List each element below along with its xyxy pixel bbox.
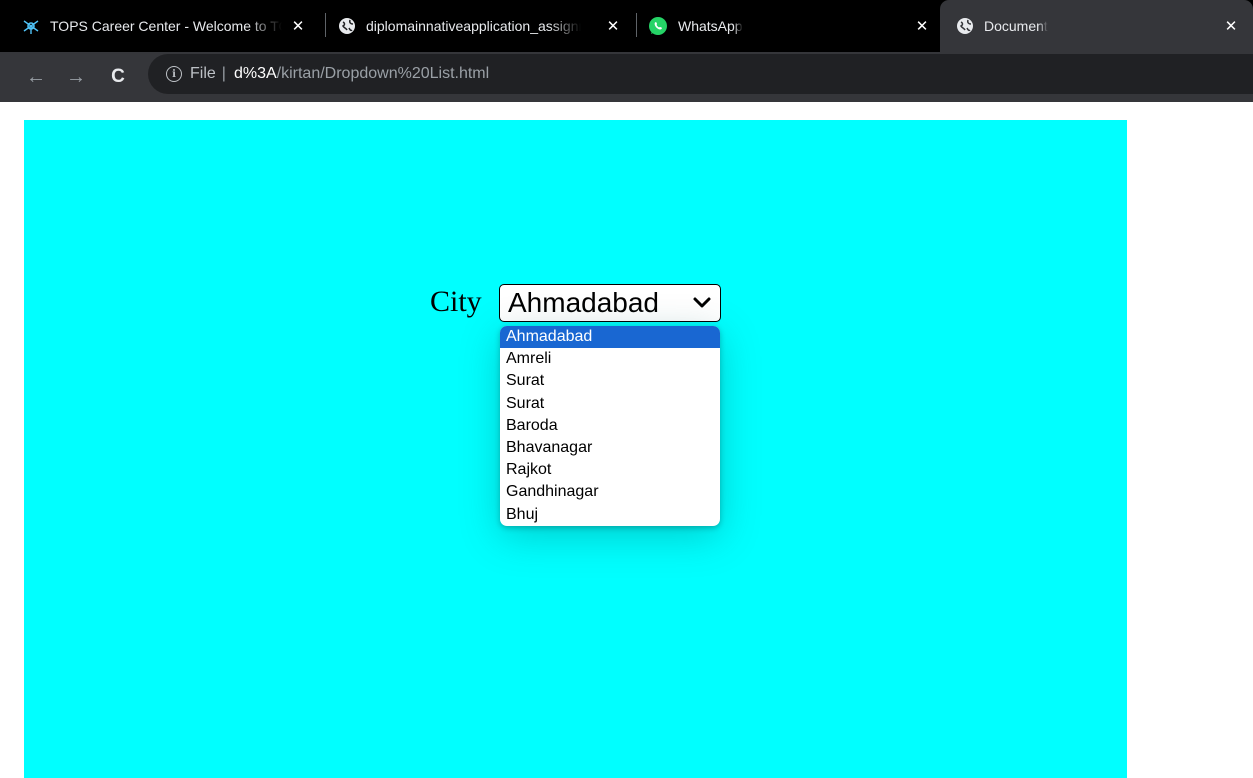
dropdown-option[interactable]: Amreli [500,348,720,370]
reload-button[interactable]: C [104,63,132,91]
back-button[interactable]: ← [22,63,50,91]
dropdown-option[interactable]: Surat [500,393,720,415]
whatsapp-icon [648,16,668,36]
globe-icon [956,17,974,35]
info-icon[interactable]: i [166,66,182,82]
tab-close-icon[interactable]: ✕ [286,14,310,38]
dropdown-option[interactable]: Baroda [500,415,720,437]
tab-tops-career-center[interactable]: TOPS Career Center - Welcome to TOPS ✕ [22,0,322,52]
tab-separator [325,13,326,37]
tab-title: WhatsApp [678,18,743,34]
forward-button[interactable]: → [62,63,90,91]
tab-title: Document [984,18,1048,34]
city-select-value: Ahmadabad [508,287,660,318]
address-path: /kirtan/Dropdown%20List.html [276,65,490,82]
city-select[interactable]: Ahmadabad [499,284,721,322]
city-label: City [430,285,482,318]
tab-title: diplomainnativeapplication_assignment [366,18,581,34]
tab-strip: TOPS Career Center - Welcome to TOPS ✕ d… [0,0,1253,52]
tab-title: TOPS Career Center - Welcome to TOPS [50,18,282,34]
dropdown-option[interactable]: Bhuj [500,504,720,526]
globe-icon [338,17,356,35]
address-scheme: File [190,65,216,82]
tab-separator [636,13,637,37]
tops-logo-icon [22,17,40,35]
tab-close-icon[interactable]: ✕ [601,14,625,38]
address-bar[interactable]: i File | d%3A /kirtan/Dropdown%20List.ht… [148,54,1253,94]
chevron-down-icon [692,295,712,311]
dropdown-option[interactable]: Rajkot [500,459,720,481]
dropdown-option[interactable]: Bhavanagar [500,437,720,459]
dropdown-option[interactable]: Gandhinagar [500,481,720,503]
address-separator: | [221,65,226,82]
dropdown-option[interactable]: Surat [500,370,720,392]
tab-diploma-assignment[interactable]: diplomainnativeapplication_assignment ✕ [338,0,633,52]
dropdown-option[interactable]: Ahmadabad [500,326,720,349]
tab-close-icon[interactable]: ✕ [910,14,934,38]
tab-close-icon[interactable]: ✕ [1219,14,1243,38]
city-dropdown-list: Ahmadabad Amreli Surat Surat Baroda Bhav… [500,326,720,526]
tab-document[interactable]: Document ✕ [940,0,1253,52]
tab-whatsapp[interactable]: WhatsApp ✕ [648,0,940,52]
address-host: d%3A [233,65,277,82]
